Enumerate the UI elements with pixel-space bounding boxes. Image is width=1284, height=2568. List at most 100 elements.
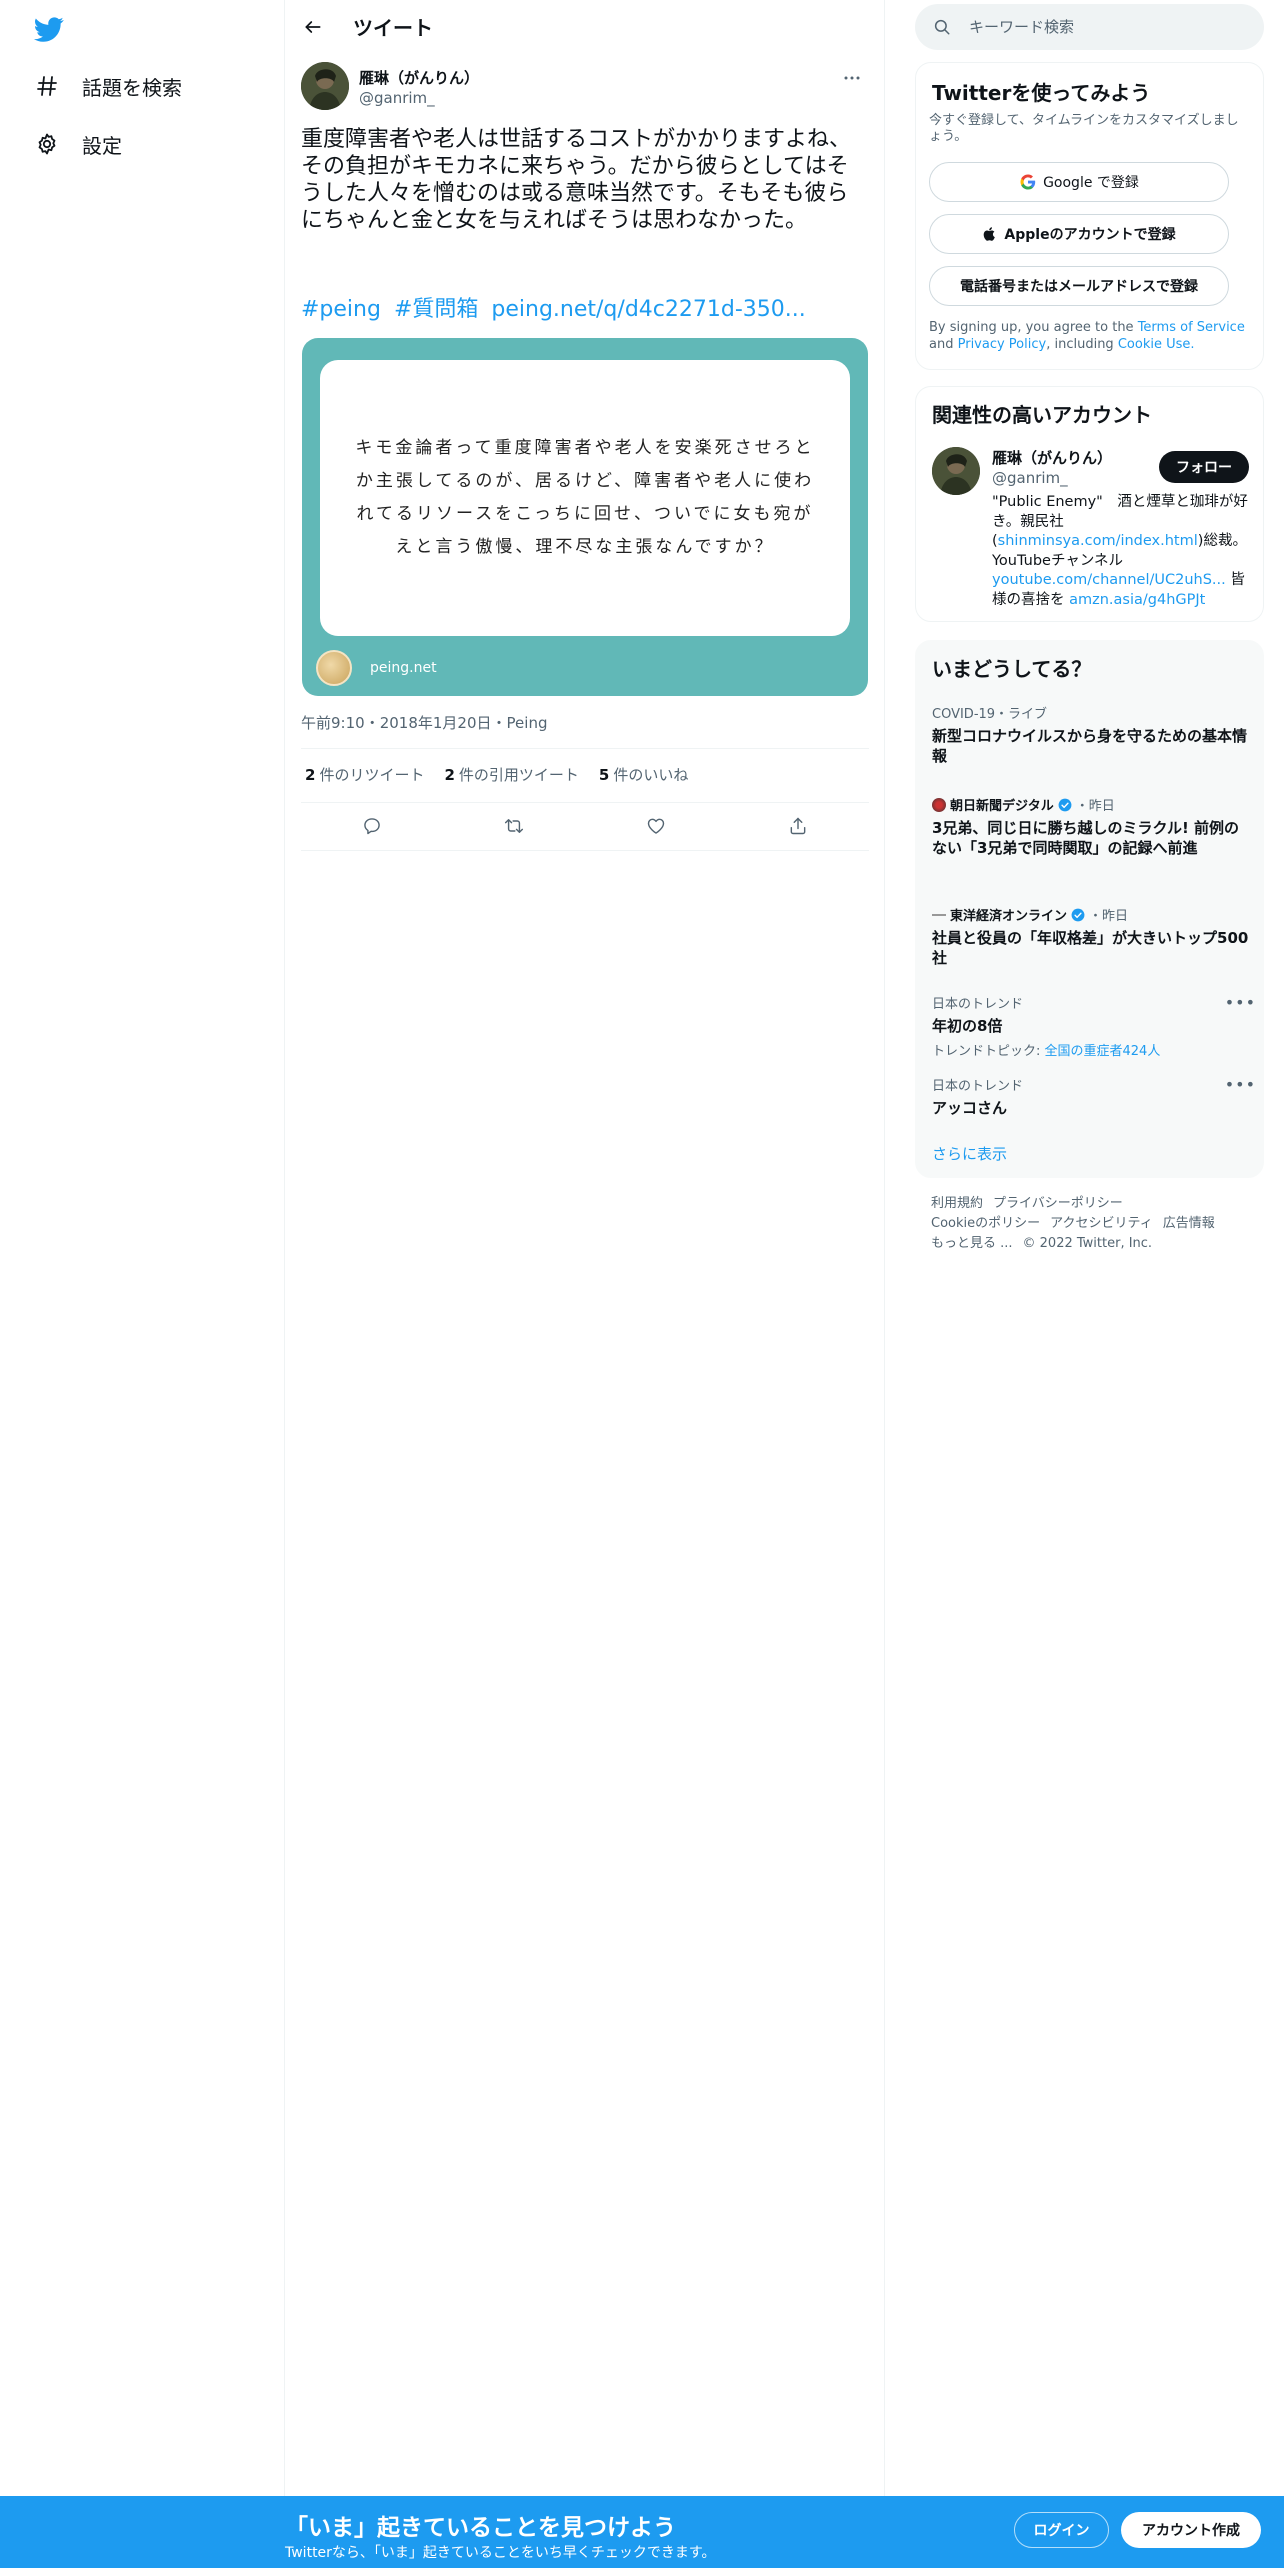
quotes-label: 件の引用ツイート — [458, 766, 579, 784]
card-question-text: キモ金論者って重度障害者や老人を安楽死させろとか主張してるのが、居るけど、障害者… — [355, 438, 815, 557]
trend-sub-prefix: トレンドトピック: — [932, 1044, 1045, 1059]
apple-signup-button[interactable]: Appleのアカウントで登録 — [929, 214, 1229, 254]
toyokeizai-logo-icon — [932, 913, 946, 916]
tweet-time[interactable]: 午前9:10 — [301, 714, 365, 732]
retweets-stat[interactable]: 2 件のリツイート — [305, 764, 424, 785]
meta-separator: ・ — [491, 714, 507, 732]
nav-explore-label: 話題を検索 — [82, 75, 182, 100]
trend-source: 朝日新聞デジタル — [950, 799, 1054, 814]
bio-link-amazon[interactable]: amzn.asia/g4hGPJt — [1069, 592, 1205, 608]
bio-link-shinminsya[interactable]: shinminsya.com/index.html — [998, 533, 1198, 549]
more-options-button[interactable] — [835, 66, 869, 90]
avatar[interactable] — [301, 62, 349, 110]
asahi-logo-icon — [932, 797, 946, 812]
bio-link-youtube[interactable]: youtube.com/channel/UC2uhS... — [992, 572, 1226, 588]
share-button[interactable] — [780, 808, 816, 844]
twitter-logo-icon[interactable] — [32, 14, 66, 44]
trend-meta: COVID-19・ライブ — [932, 707, 1048, 722]
legal-including: , including — [1046, 337, 1114, 352]
trend-sub-link[interactable]: 全国の重症者424人 — [1045, 1044, 1161, 1059]
related-handle[interactable]: @ganrim_ — [992, 469, 1068, 487]
peing-url-link[interactable]: peing.net/q/d4c2271d-350... — [491, 297, 805, 322]
signup-panel: Twitterを使ってみよう 今すぐ登録して、タイムラインをカスタマイズしましょ… — [915, 62, 1264, 370]
trend-meta: 日本のトレンド — [932, 997, 1024, 1012]
author-name[interactable]: 雁琳（がんりん） — [359, 67, 479, 88]
privacy-link[interactable]: Privacy Policy — [958, 337, 1047, 352]
retweet-icon — [504, 819, 524, 833]
footer-cookie-link[interactable]: Cookieのポリシー — [931, 1216, 1040, 1231]
share-icon — [790, 817, 806, 835]
likes-count: 5 — [598, 766, 610, 784]
bottom-signup-bar: 「いま」起きていることを見つけよう Twitterなら、「いま」起きていることを… — [0, 2496, 1284, 2568]
related-name[interactable]: 雁琳（がんりん） — [992, 447, 1112, 468]
tweet-text: 重度障害者や老人は世話するコストがかかりますよね、その負担がキモカネに来ちゃう。… — [301, 127, 852, 233]
footer-accessibility-link[interactable]: アクセシビリティ — [1050, 1216, 1153, 1231]
trends-panel: いまどうしてる？ COVID-19・ライブ 新型コロナウイルスから身を守るための… — [915, 640, 1264, 1178]
card-user-avatar — [316, 650, 352, 686]
card-question-box: キモ金論者って重度障害者や老人を安楽死させろとか主張してるのが、居るけど、障害者… — [320, 360, 850, 636]
footer-copyright: © 2022 Twitter, Inc. — [1022, 1236, 1153, 1251]
trend-time: ・昨日 — [1089, 909, 1129, 924]
trend-title: 3兄弟、同じ日に勝ち越しのミラクル! 前例のない「3兄弟で同時関取」の記録へ前進 — [932, 819, 1240, 857]
footer-privacy-link[interactable]: プライバシーポリシー — [993, 1196, 1123, 1211]
trend-item[interactable]: COVID-19・ライブ 新型コロナウイルスから身を守るための基本情報 — [932, 703, 1252, 766]
trend-meta: 東洋経済オンライン ・昨日 — [932, 905, 1252, 924]
trend-item[interactable]: 日本のトレンド アッコさん ••• — [932, 1075, 1255, 1118]
trend-more-button[interactable]: ••• — [1225, 993, 1256, 1012]
tweet-source[interactable]: Peing — [507, 714, 548, 732]
hashtag-question-box-link[interactable]: #質問箱 — [394, 297, 478, 322]
trend-meta: 朝日新聞デジタル ・昨日 — [932, 795, 1252, 814]
back-button[interactable] — [293, 7, 333, 47]
trends-title: いまどうしてる？ — [932, 657, 1092, 681]
reply-button[interactable] — [354, 808, 390, 844]
like-button[interactable] — [638, 808, 674, 844]
divider — [301, 748, 869, 749]
terms-link[interactable]: Terms of Service — [1138, 320, 1245, 335]
tweet-links: #peing #質問箱 peing.net/q/d4c2271d-350... — [301, 296, 861, 324]
login-button[interactable]: ログイン — [1014, 2512, 1109, 2548]
author-handle[interactable]: @ganrim_ — [359, 89, 435, 107]
quotes-stat[interactable]: 2 件の引用ツイート — [444, 764, 578, 785]
divider — [301, 850, 869, 851]
phone-email-signup-label: 電話番号またはメールアドレスで登録 — [960, 279, 1198, 295]
arrow-left-icon — [305, 20, 321, 33]
footer-terms-link[interactable]: 利用規約 — [931, 1196, 983, 1211]
divider — [301, 802, 869, 803]
gear-icon — [34, 131, 60, 157]
google-signup-label: Google で登録 — [1043, 175, 1139, 191]
trend-item[interactable]: 日本のトレンド 年初の8倍 トレンドトピック: 全国の重症者424人 ••• — [932, 993, 1255, 1059]
page-header: ツイート — [285, 0, 885, 53]
apple-signup-label: Appleのアカウントで登録 — [1004, 227, 1176, 243]
avatar[interactable] — [932, 447, 980, 495]
nav-settings[interactable]: 設定 — [34, 122, 122, 166]
footer-ads-link[interactable]: 広告情報 — [1163, 1216, 1215, 1231]
retweet-button[interactable] — [496, 808, 532, 844]
trend-title: 社員と役員の「年収格差」が大きいトップ500社 — [932, 929, 1249, 967]
trend-more-button[interactable]: ••• — [1225, 1075, 1256, 1094]
likes-stat[interactable]: 5 件のいいね — [599, 764, 688, 785]
follow-button[interactable]: フォロー — [1159, 451, 1249, 483]
phone-email-signup-button[interactable]: 電話番号またはメールアドレスで登録 — [929, 266, 1229, 306]
footer-more-link[interactable]: もっと見る ... — [931, 1236, 1013, 1251]
related-bio: "Public Enemy" 酒と煙草と珈琲が好き。親民社(shinminsya… — [992, 493, 1250, 610]
google-signup-button[interactable]: Google で登録 — [929, 162, 1229, 202]
main-column: ツイート 雁琳（がんりん） @ganrim_ 重度障害者や老人は世話するコストが… — [285, 0, 885, 2496]
legal-and: and — [929, 337, 954, 352]
trend-item[interactable]: 朝日新聞デジタル ・昨日 3兄弟、同じ日に勝ち越しのミラクル! 前例のない「3兄… — [932, 795, 1252, 858]
nav-explore[interactable]: 話題を検索 — [34, 64, 182, 108]
tweet-date[interactable]: 2018年1月20日 — [380, 714, 492, 732]
apple-icon — [984, 227, 996, 241]
cookie-link[interactable]: Cookie Use. — [1118, 337, 1195, 352]
footer-links: 利用規約 プライバシーポリシー Cookieのポリシー アクセシビリティ 広告情報 も… — [931, 1194, 1261, 1254]
create-account-button[interactable]: アカウント作成 — [1121, 2512, 1261, 2548]
search-input[interactable] — [969, 18, 1229, 36]
search-bar[interactable] — [915, 4, 1264, 50]
trend-item[interactable]: 東洋経済オンライン ・昨日 社員と役員の「年収格差」が大きいトップ500社 — [932, 905, 1252, 968]
tweet-meta: 午前9:10・2018年1月20日・Peing — [301, 712, 547, 733]
trend-meta: 日本のトレンド — [932, 1079, 1024, 1094]
tweet-actions — [301, 808, 869, 844]
show-more-link[interactable]: さらに表示 — [932, 1143, 1007, 1164]
tweet-stats: 2 件のリツイート 2 件の引用ツイート 5 件のいいね — [305, 764, 708, 785]
hashtag-peing-link[interactable]: #peing — [301, 297, 381, 322]
link-card[interactable]: キモ金論者って重度障害者や老人を安楽死させろとか主張してるのが、居るけど、障害者… — [302, 338, 868, 696]
